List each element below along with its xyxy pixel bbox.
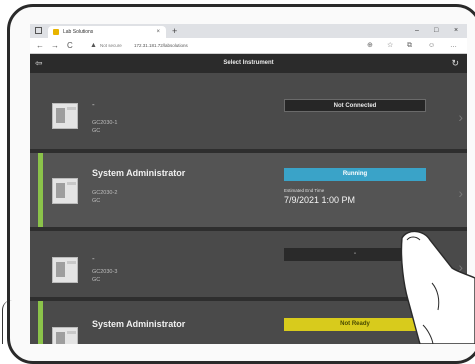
instrument-user: - xyxy=(92,254,95,263)
instrument-name: GC2030-3 xyxy=(92,269,118,275)
instrument-image xyxy=(52,178,78,204)
chevron-right-icon[interactable]: › xyxy=(458,185,463,201)
translate-icon[interactable]: ⊕ xyxy=(367,40,373,51)
security-label: Not secure xyxy=(100,43,122,48)
new-tab-button[interactable]: + xyxy=(172,25,177,37)
instrument-row[interactable]: System Administrator GC2030-2 GC Running… xyxy=(30,153,467,227)
end-time-label: Estimated End Time xyxy=(284,188,325,193)
address-bar[interactable]: ▲ Not secure 172.31.181.72/labsolutions xyxy=(90,40,360,51)
instrument-row[interactable]: - GC2030-1 GC Not Connected › xyxy=(30,73,467,149)
tablet-edge xyxy=(2,300,21,344)
instrument-row[interactable]: - GC2030-3 GC - › xyxy=(30,231,467,297)
instrument-user: System Administrator xyxy=(92,319,186,329)
forward-icon[interactable]: → xyxy=(51,39,59,52)
close-window-button[interactable]: × xyxy=(454,25,458,37)
instrument-image xyxy=(52,327,78,344)
selected-accent-bar xyxy=(38,153,43,227)
chevron-right-icon[interactable]: › xyxy=(458,259,463,275)
instrument-row[interactable]: System Administrator Not Ready xyxy=(30,301,467,344)
profile-icon[interactable]: ☺ xyxy=(428,40,435,51)
instrument-user: - xyxy=(92,100,95,109)
favorite-star-icon[interactable]: ☆ xyxy=(387,40,393,51)
back-icon[interactable]: ← xyxy=(36,39,44,52)
status-badge: Not Ready xyxy=(284,318,426,331)
end-time-value: 7/9/2021 1:00 PM xyxy=(284,195,356,205)
selected-accent-bar xyxy=(38,301,43,344)
browser-tab[interactable]: Lab Solutions × xyxy=(48,26,166,38)
status-badge: Not Connected xyxy=(284,99,426,112)
instrument-name: GC2030-2 xyxy=(92,190,118,196)
status-badge: Running xyxy=(284,168,426,181)
reload-icon[interactable]: C xyxy=(67,39,73,52)
browser-toolbar: ← → C ▲ Not secure 172.31.181.72/labsolu… xyxy=(30,38,467,54)
chevron-right-icon[interactable]: › xyxy=(458,109,463,125)
window-menu-icon[interactable] xyxy=(35,27,42,34)
warning-icon: ▲ xyxy=(90,42,97,49)
collections-icon[interactable]: ⧉ xyxy=(407,40,412,51)
url-text: 172.31.181.72/labsolutions xyxy=(134,43,188,48)
instrument-type: GC xyxy=(92,198,101,204)
tab-close-icon[interactable]: × xyxy=(156,27,160,37)
refresh-icon[interactable]: ↻ xyxy=(451,57,459,69)
instrument-user: System Administrator xyxy=(92,168,186,178)
maximize-button[interactable]: □ xyxy=(434,25,438,37)
instrument-type: GC xyxy=(92,128,101,134)
tablet-screen: Lab Solutions × + – □ × ← → C ▲ Not secu… xyxy=(30,24,467,344)
instrument-type: GC xyxy=(92,277,101,283)
instrument-image xyxy=(52,103,78,129)
instrument-image xyxy=(52,257,78,283)
instrument-name: GC2030-1 xyxy=(92,120,118,126)
page-title: Select Instrument xyxy=(223,60,274,66)
favicon-icon xyxy=(53,29,59,35)
more-menu-icon[interactable]: … xyxy=(450,40,457,51)
minimize-button[interactable]: – xyxy=(415,25,419,37)
app-header: ⇦ Select Instrument ↻ xyxy=(30,54,467,73)
tab-title: Lab Solutions xyxy=(63,29,94,35)
status-badge: - xyxy=(284,248,426,261)
browser-tab-strip: Lab Solutions × + – □ × xyxy=(30,24,467,38)
